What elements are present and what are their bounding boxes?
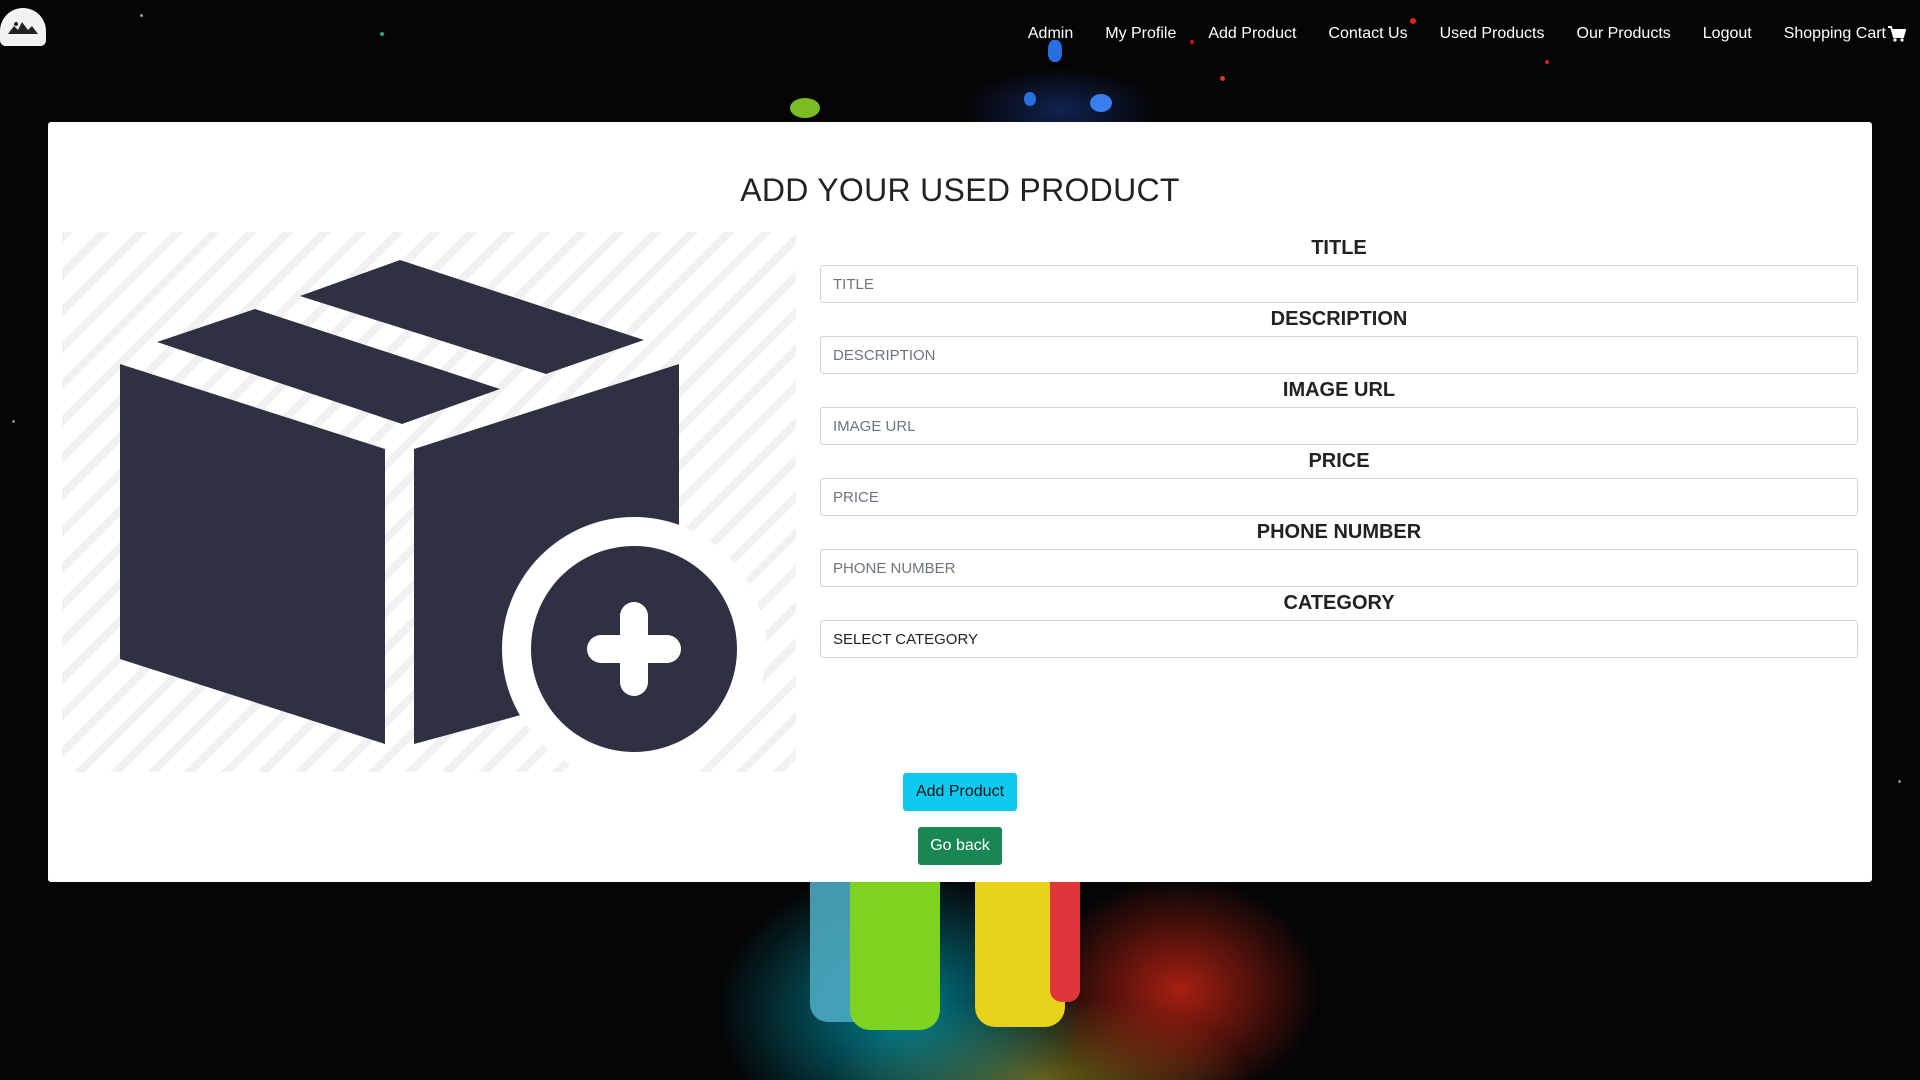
nav-link-used-products[interactable]: Used Products — [1440, 25, 1545, 43]
shopping-cart-icon — [1888, 26, 1906, 42]
category-label: CATEGORY — [1283, 592, 1395, 614]
nav-link-logout[interactable]: Logout — [1703, 25, 1752, 43]
nav-link-our-products[interactable]: Our Products — [1577, 25, 1671, 43]
price-input[interactable] — [820, 478, 1858, 516]
category-select[interactable]: SELECT CATEGORY — [820, 620, 1858, 658]
price-field-group: PRICE — [820, 445, 1858, 516]
description-label: DESCRIPTION — [1270, 308, 1408, 330]
phone-number-input[interactable] — [820, 549, 1858, 587]
add-product-card: ADD YOUR USED PRODUCT TITLE DESCRIPTION — [48, 122, 1872, 882]
nav-link-my-profile[interactable]: My Profile — [1105, 25, 1176, 43]
background-speck — [1090, 94, 1112, 112]
navbar: Admin My Profile Add Product Contact Us … — [0, 0, 1920, 72]
add-product-button[interactable]: Add Product — [903, 773, 1017, 811]
description-field-group: DESCRIPTION — [820, 303, 1858, 374]
nav-link-contact-us[interactable]: Contact Us — [1328, 25, 1407, 43]
image-url-label: IMAGE URL — [1282, 379, 1396, 401]
product-illustration — [62, 232, 796, 781]
logo-mark-icon — [8, 22, 38, 34]
add-product-form: TITLE DESCRIPTION IMAGE URL PRICE PHONE … — [820, 232, 1858, 658]
page-title: ADD YOUR USED PRODUCT — [740, 172, 1180, 208]
category-select-value: SELECT CATEGORY — [833, 630, 979, 648]
phone-number-field-group: PHONE NUMBER — [820, 516, 1858, 587]
background-speck — [1220, 76, 1225, 81]
nav-link-shopping-cart[interactable]: Shopping Cart — [1784, 25, 1906, 43]
nav-link-admin[interactable]: Admin — [1028, 25, 1073, 43]
title-label: TITLE — [1311, 237, 1367, 259]
nav-links: Admin My Profile Add Product Contact Us … — [996, 25, 1906, 43]
title-field-group: TITLE — [820, 232, 1858, 303]
go-back-button[interactable]: Go back — [918, 827, 1002, 865]
description-input[interactable] — [820, 336, 1858, 374]
nav-link-add-product[interactable]: Add Product — [1208, 25, 1296, 43]
background-speck — [1024, 92, 1036, 106]
box-add-icon — [120, 260, 766, 781]
phone-number-label: PHONE NUMBER — [1256, 521, 1422, 543]
image-url-input[interactable] — [820, 407, 1858, 445]
background-speck — [790, 98, 820, 118]
background-speck — [12, 420, 15, 423]
category-field-group: CATEGORY SELECT CATEGORY — [820, 587, 1858, 658]
background-jars — [810, 882, 1090, 1032]
title-input[interactable] — [820, 265, 1858, 303]
price-label: PRICE — [1308, 450, 1370, 472]
background-speck — [1898, 780, 1901, 783]
shopping-cart-label: Shopping Cart — [1783, 25, 1886, 42]
site-logo[interactable] — [0, 8, 46, 46]
image-url-field-group: IMAGE URL — [820, 374, 1858, 445]
